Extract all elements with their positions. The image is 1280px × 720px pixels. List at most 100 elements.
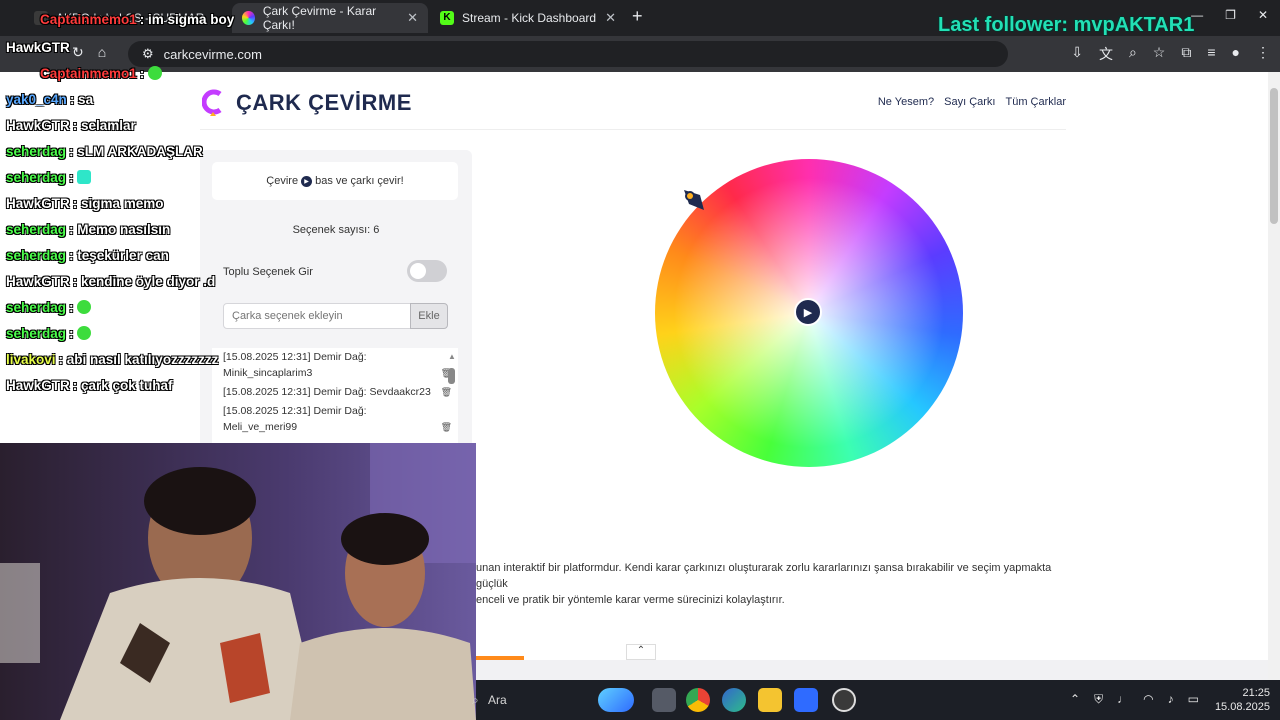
chevron-up-icon[interactable]: ⌃	[626, 644, 656, 660]
nav-sayi-carki[interactable]: Sayı Çarkı	[944, 96, 995, 108]
chat-text: : Memo nasılsın	[69, 222, 171, 237]
windows-taskbar: ⌕ Ara ⌃ ⛨ ♩ ◠ ♪ ▭ 21:25 15.08.2025	[472, 680, 1280, 720]
emote-icon	[77, 170, 92, 184]
option-item: [15.08.2025 12:31] Demir Dağ: Sevdaakcr2…	[212, 383, 458, 402]
obs-icon[interactable]	[832, 688, 856, 712]
chat-text: : teşekürler can	[69, 248, 169, 263]
system-tray: ⌃ ⛨ ♩ ◠ ♪ ▭	[1070, 692, 1199, 707]
close-window-icon[interactable]: ✕	[1258, 8, 1268, 22]
chat-message: Captainmemo1: im sigma boy	[40, 12, 234, 27]
microphone-icon[interactable]: ♩	[1117, 692, 1129, 707]
chat-message: seherdag:	[6, 300, 92, 315]
widgets-icon[interactable]	[598, 688, 634, 712]
clock-time: 21:25	[1242, 687, 1270, 699]
bulk-entry-toggle[interactable]	[407, 260, 447, 282]
chat-text: : sigma memo	[72, 196, 164, 211]
maximize-icon[interactable]: ❐	[1225, 8, 1236, 22]
add-option-button[interactable]: Ekle	[410, 303, 448, 329]
option-count: Seçenek sayısı: 6	[292, 224, 380, 236]
nav-tum-carklar[interactable]: Tüm Çarklar	[1005, 96, 1066, 108]
option-text: [15.08.2025 12:31] Demir Dağ: Minik_sinc…	[223, 351, 367, 379]
install-app-icon[interactable]: ⇩	[1071, 44, 1083, 64]
menu-icon[interactable]: ⋮	[1256, 44, 1270, 64]
tab-label: Stream - Kick Dashboard	[462, 11, 597, 25]
media-icon[interactable]: ≡	[1207, 44, 1215, 64]
url-bar[interactable]: ⚙ carkcevirme.com	[128, 41, 1008, 67]
options-scrollbar[interactable]: ▲	[447, 352, 457, 442]
tab-cark-cevirme[interactable]: Çark Çevirme - Karar Çarkı! ✕	[232, 3, 428, 33]
chat-message: seherdag:	[6, 326, 92, 341]
volume-icon[interactable]: ♪	[1168, 692, 1174, 707]
chat-message: HawkGTR: selamlar	[6, 118, 136, 133]
file-explorer-icon[interactable]	[758, 688, 782, 712]
option-item: [15.08.2025 12:31] Demir Dağ: Minik_sinc…	[212, 348, 458, 383]
chat-message: seherdag: Memo nasılsın	[6, 222, 170, 237]
emote-icon	[77, 326, 92, 340]
extensions-icon[interactable]: ⧉	[1181, 44, 1191, 64]
spin-button[interactable]: ▶	[794, 298, 822, 326]
description-line: enceli ve pratik bir yöntemle karar verm…	[476, 594, 785, 606]
store-icon[interactable]	[794, 688, 818, 712]
chat-message: HawkGTR: sigma memo	[6, 196, 164, 211]
site-nav: Ne Yesem? Sayı Çarkı Tüm Çarklar	[878, 96, 1066, 108]
zoom-icon[interactable]: ⌕	[1129, 44, 1137, 64]
chat-text: : im sigma boy	[139, 12, 235, 27]
chrome-icon[interactable]	[686, 688, 710, 712]
page-bottom-strip: ⌃	[476, 644, 1268, 680]
page-scrollbar-thumb[interactable]	[1270, 88, 1278, 224]
edge-icon[interactable]	[722, 688, 746, 712]
chat-text: :	[69, 300, 74, 315]
wifi-icon[interactable]: ◠	[1143, 692, 1153, 707]
chat-username: seherdag	[6, 170, 67, 185]
security-icon[interactable]: ⛨	[1094, 692, 1103, 707]
chat-username: HawkGTR	[6, 196, 70, 211]
option-text: [15.08.2025 12:31] Demir Dağ: Sevdaakcr2…	[223, 386, 431, 398]
spin-hint-text-before: Çevire	[266, 175, 299, 187]
chat-username: HawkGTR	[6, 274, 70, 289]
chat-username: seherdag	[6, 222, 67, 237]
clock[interactable]: 21:25 15.08.2025	[1215, 686, 1270, 714]
chat-username: Captainmemo1	[40, 12, 137, 27]
tab-label: Çark Çevirme - Karar Çarkı!	[262, 4, 377, 32]
options-scrollbar-thumb[interactable]	[448, 368, 455, 384]
site-description: unan interaktif bir platformdur. Kendi k…	[476, 560, 1076, 608]
chat-text: : çark çok tuhaf	[72, 378, 173, 393]
add-option-input[interactable]	[223, 303, 411, 329]
close-tab-icon[interactable]: ✕	[407, 10, 418, 26]
task-view-icon[interactable]	[652, 688, 676, 712]
site-logo-text[interactable]: ÇARK ÇEVİRME	[236, 90, 412, 116]
bookmark-star-icon[interactable]: ☆	[1153, 44, 1166, 64]
chat-message: seherdag:	[6, 170, 92, 185]
chevron-up-icon[interactable]: ⌃	[1070, 692, 1080, 707]
close-tab-icon[interactable]: ✕	[605, 10, 616, 26]
spin-hint: Çevire ▶ bas ve çarkı çevir!	[212, 162, 458, 200]
window-controls: — ❐ ✕	[1191, 8, 1268, 22]
chat-message: seherdag: sLM ARKADAŞLAR	[6, 144, 203, 159]
chat-username: seherdag	[6, 248, 67, 263]
nav-ne-yesem[interactable]: Ne Yesem?	[878, 96, 934, 108]
browser-toolbar-icons: ⇩ 文 ⌕ ☆ ⧉ ≡ ● ⋮	[1071, 44, 1270, 64]
site-header: ÇARK ÇEVİRME Ne Yesem? Sayı Çarkı Tüm Ça…	[200, 72, 1066, 130]
option-text: [15.08.2025 12:31] Demir Dağ: Meli_ve_me…	[223, 405, 367, 433]
new-tab-icon[interactable]: +	[632, 6, 643, 27]
clock-date: 15.08.2025	[1214, 701, 1270, 713]
search-icon[interactable]: ⌕	[472, 693, 479, 708]
chat-message: yak0_c4n: sa	[6, 92, 93, 107]
chat-message: livakovi: abi nasıl katılıyozzzzzzz	[6, 352, 218, 367]
battery-icon[interactable]: ▭	[1188, 692, 1199, 707]
chat-message: seherdag: teşekürler can	[6, 248, 169, 263]
spin-hint-text-after: bas ve çarkı çevir!	[315, 175, 404, 187]
options-list: [15.08.2025 12:31] Demir Dağ: Minik_sinc…	[212, 348, 458, 448]
webcam-feed	[0, 443, 476, 720]
page-scrollbar[interactable]	[1268, 72, 1280, 680]
emote-icon	[77, 300, 92, 314]
translate-icon[interactable]: 文	[1099, 44, 1113, 64]
chat-text: : sa	[69, 92, 94, 107]
stream-chat: yak0_c4n: sa HawkGTR: selamlar seherdag:…	[0, 38, 240, 408]
profile-avatar[interactable]: ●	[1232, 44, 1240, 64]
webcam-image	[0, 443, 476, 720]
tab-kick-dashboard[interactable]: K Stream - Kick Dashboard ✕	[430, 3, 626, 33]
last-follower-banner: Last follower: mvpAKTAR1	[938, 14, 1195, 36]
scroll-up-icon[interactable]: ▲	[448, 352, 456, 361]
taskbar-search[interactable]: Ara	[488, 693, 507, 707]
